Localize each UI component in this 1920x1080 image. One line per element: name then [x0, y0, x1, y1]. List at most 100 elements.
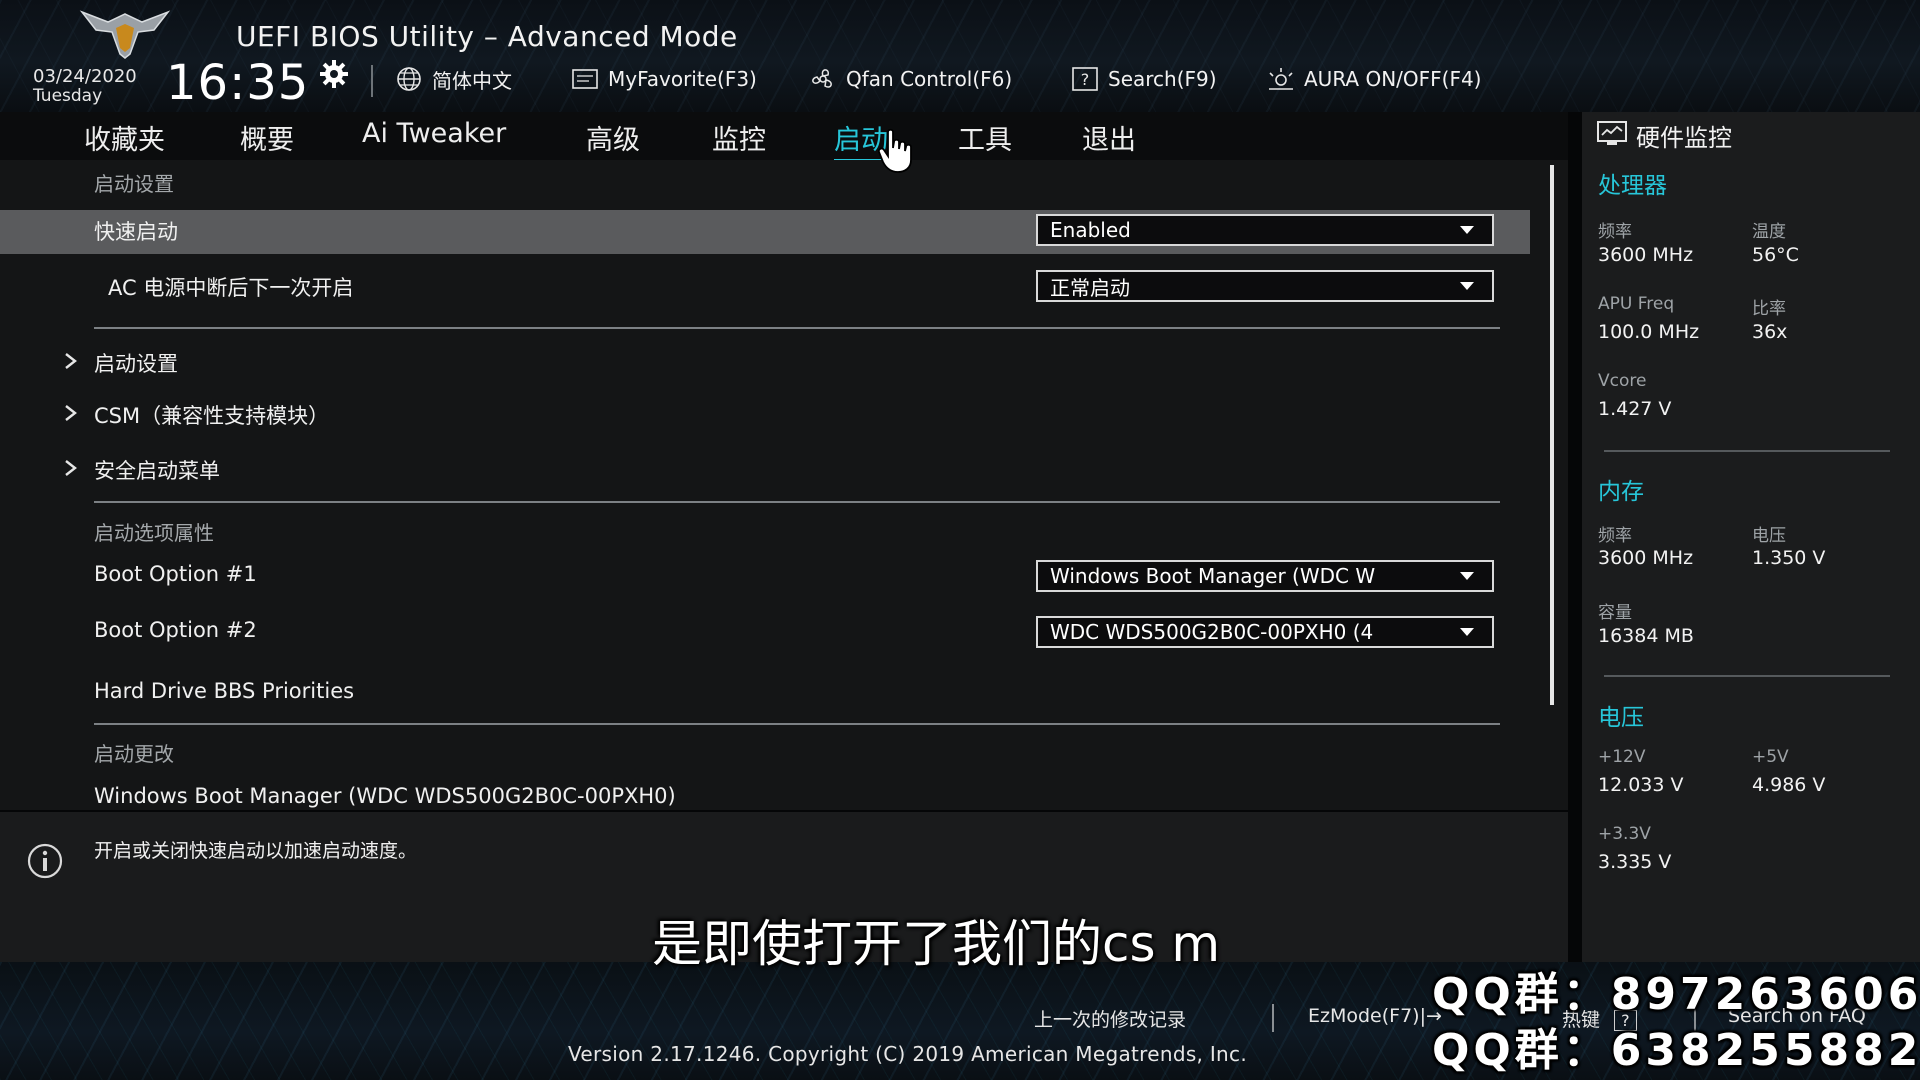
submenu-secure-boot[interactable]: 安全启动菜单 — [94, 455, 220, 485]
tuf-logo-icon — [79, 10, 171, 59]
cpu-ratio-label: 比率 — [1752, 299, 1786, 319]
tab-ai-tweaker[interactable]: Ai Tweaker — [362, 118, 506, 149]
chevron-down-icon — [1460, 226, 1474, 234]
fast-boot-label: 快速启动 — [94, 220, 178, 244]
boot-option-1-value: Windows Boot Manager (WDC W — [1050, 564, 1376, 588]
hard-drive-bbs-priorities[interactable]: Hard Drive BBS Priorities — [94, 679, 354, 703]
qq-group-watermark-1: QQ群：897263606 — [1432, 969, 1920, 1020]
divider — [94, 501, 1500, 503]
section-boot-override: 启动更改 — [94, 742, 174, 766]
ezmode-button[interactable]: EzMode(F7)|→ — [1308, 1005, 1442, 1027]
monitor-divider — [1604, 450, 1890, 452]
monitor-icon — [1597, 121, 1627, 145]
tab-tool[interactable]: 工具 — [958, 118, 1012, 157]
language-label: 简体中文 — [432, 68, 512, 93]
current-time: 16:35 — [166, 55, 310, 111]
main-panel — [0, 160, 1568, 810]
chevron-down-icon — [1460, 628, 1474, 636]
search-label: Search(F9) — [1108, 67, 1217, 91]
chevron-right-icon — [65, 460, 77, 476]
aura-label: AURA ON/OFF(F4) — [1304, 67, 1482, 91]
last-modified-button[interactable]: 上一次的修改记录 — [1034, 1005, 1186, 1032]
qfan-control-label: Qfan Control(F6) — [846, 67, 1013, 91]
fan-icon — [812, 69, 832, 88]
aura-toggle-button[interactable]: AURA ON/OFF(F4) — [1266, 64, 1481, 94]
fast-boot-select[interactable]: Enabled — [1036, 214, 1494, 246]
ac-power-loss-value: 正常启动 — [1050, 275, 1130, 300]
memory-capacity-value: 16384 MB — [1598, 625, 1694, 647]
version-text: Version 2.17.1246. Copyright (C) 2019 Am… — [568, 1042, 1247, 1066]
boot-option-2-value: WDC WDS500G2B0C-00PXH0 (4 — [1050, 620, 1374, 644]
submenu-boot-configuration[interactable]: 启动设置 — [94, 348, 178, 378]
section-boot-configuration: 启动设置 — [94, 172, 174, 196]
v5-label: +5V — [1752, 747, 1789, 767]
divider — [94, 723, 1500, 725]
hand-cursor-icon — [878, 128, 912, 173]
cpu-section-title: 处理器 — [1598, 173, 1667, 199]
divider — [94, 327, 1500, 329]
tab-favorites[interactable]: 收藏夹 — [84, 118, 165, 157]
ac-power-loss-label: AC 电源中断后下一次开启 — [108, 276, 354, 300]
boot-override-item[interactable]: Windows Boot Manager (WDC WDS500G2B0C-00… — [94, 784, 676, 808]
submenu-csm[interactable]: CSM（兼容性支持模块） — [94, 400, 329, 430]
chevron-down-icon — [1460, 572, 1474, 580]
v33-value: 3.335 V — [1598, 851, 1672, 873]
help-text: 开启或关闭快速启动以加速启动速度。 — [94, 840, 418, 862]
memory-frequency-value: 3600 MHz — [1598, 547, 1694, 569]
cpu-frequency-value: 3600 MHz — [1598, 244, 1694, 266]
search-help-icon: ? — [1072, 67, 1098, 91]
qq-group-watermark-2: QQ群：638255882 — [1432, 1025, 1920, 1076]
apu-freq-value: 100.0 MHz — [1598, 321, 1700, 343]
memory-section-title: 内存 — [1598, 479, 1644, 505]
globe-icon — [397, 67, 421, 91]
boot-option-1-select[interactable]: Windows Boot Manager (WDC W — [1036, 560, 1494, 592]
ac-power-loss-select[interactable]: 正常启动 — [1036, 270, 1494, 302]
cpu-ratio-value: 36x — [1752, 321, 1788, 343]
search-button[interactable]: ? Search(F9) — [1070, 64, 1217, 94]
current-weekday: Tuesday — [33, 86, 103, 106]
boot-option-1-label: Boot Option #1 — [94, 562, 257, 586]
footer-separator — [1272, 1004, 1274, 1032]
chevron-right-icon — [65, 405, 77, 421]
current-date: 03/24/2020 — [33, 66, 137, 87]
vcore-value: 1.427 V — [1598, 398, 1672, 420]
app-title: UEFI BIOS Utility – Advanced Mode — [236, 20, 738, 53]
tab-monitor[interactable]: 监控 — [712, 118, 766, 157]
gear-icon[interactable] — [318, 58, 350, 90]
boot-option-2-select[interactable]: WDC WDS500G2B0C-00PXH0 (4 — [1036, 616, 1494, 648]
favorite-icon — [572, 69, 598, 89]
apu-freq-label: APU Freq — [1598, 294, 1675, 314]
hardware-monitor-title: 硬件监控 — [1636, 124, 1732, 152]
language-button[interactable]: 简体中文 — [394, 64, 512, 94]
tab-advanced[interactable]: 高级 — [586, 118, 640, 157]
v5-value: 4.986 V — [1752, 774, 1826, 796]
memory-voltage-label: 电压 — [1752, 526, 1786, 546]
memory-voltage-value: 1.350 V — [1752, 547, 1826, 569]
chevron-down-icon — [1460, 282, 1474, 290]
main-scrollbar[interactable] — [1550, 165, 1554, 705]
tab-exit[interactable]: 退出 — [1082, 118, 1136, 157]
section-boot-option-priorities: 启动选项属性 — [94, 521, 214, 545]
qfan-control-button[interactable]: Qfan Control(F6) — [808, 64, 1012, 94]
memory-frequency-label: 频率 — [1598, 526, 1632, 546]
vcore-label: Vcore — [1598, 371, 1647, 391]
header-separator — [371, 65, 373, 97]
aura-icon — [1269, 68, 1293, 90]
memory-capacity-label: 容量 — [1598, 603, 1632, 623]
svg-text:?: ? — [1081, 70, 1090, 89]
cpu-frequency-label: 频率 — [1598, 222, 1632, 242]
fast-boot-value: Enabled — [1050, 218, 1131, 242]
v12-label: +12V — [1598, 747, 1646, 767]
cpu-temperature-value: 56°C — [1752, 244, 1799, 266]
monitor-divider — [1604, 675, 1890, 677]
myfavorite-button[interactable]: MyFavorite(F3) — [570, 64, 757, 94]
chevron-right-icon — [65, 353, 77, 369]
info-icon — [27, 843, 63, 879]
boot-option-2-label: Boot Option #2 — [94, 618, 257, 642]
cpu-temperature-label: 温度 — [1752, 222, 1786, 242]
myfavorite-label: MyFavorite(F3) — [608, 67, 757, 91]
video-subtitle: 是即使打开了我们的cs m — [652, 915, 1221, 973]
v33-label: +3.3V — [1598, 824, 1651, 844]
tab-main[interactable]: 概要 — [240, 118, 294, 157]
v12-value: 12.033 V — [1598, 774, 1684, 796]
